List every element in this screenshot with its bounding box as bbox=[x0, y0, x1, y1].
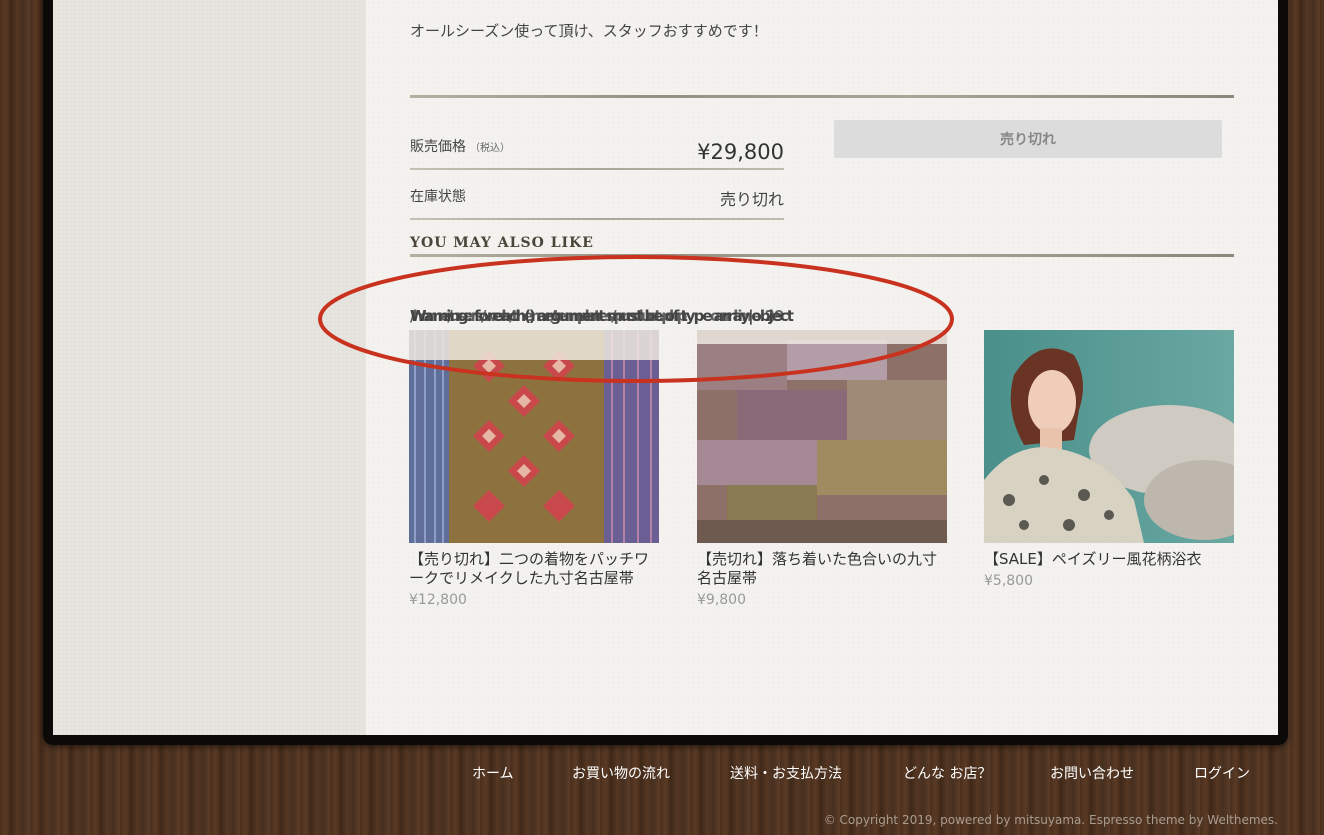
copyright-text: © Copyright 2019, powered by mitsuyama. … bbox=[823, 813, 1278, 827]
footer-link-about-shop[interactable]: どんな お店？ bbox=[903, 763, 991, 783]
product-price: ¥12,800 bbox=[409, 592, 467, 608]
product-thumbnail[interactable] bbox=[984, 330, 1234, 543]
product-title[interactable]: 【売切れ】落ち着いた色合いの九寸名古屋帯 bbox=[697, 550, 947, 588]
tax-note: （税込） bbox=[470, 143, 510, 154]
product-title[interactable]: 【売り切れ】二つの着物をパッチワークでリメイクした九寸名古屋帯 bbox=[409, 550, 659, 588]
footer-link-contact[interactable]: お問い合わせ bbox=[1050, 763, 1134, 783]
footer-link-shopping-flow[interactable]: お買い物の流れ bbox=[572, 763, 670, 783]
annotation-ellipse bbox=[318, 255, 954, 383]
footer-link-home[interactable]: ホーム bbox=[472, 763, 514, 783]
stock-value: 売り切れ bbox=[719, 190, 784, 209]
product-description: オールシーズン使って頂け、スタッフおすすめです！ bbox=[410, 22, 768, 40]
footer-link-shipping-payment[interactable]: 送料・お支払方法 bbox=[730, 763, 842, 783]
product-price: ¥9,800 bbox=[697, 592, 746, 608]
related-product-card[interactable]: 【SALE】ペイズリー風花柄浴衣 ¥5,800 bbox=[984, 330, 1234, 589]
price-label: 販売価格 bbox=[410, 139, 466, 155]
divider bbox=[410, 218, 784, 220]
footer-nav: ホーム お買い物の流れ 送料・お支払方法 どんな お店？ お問い合わせ ログイン bbox=[472, 763, 1272, 783]
product-price: ¥5,800 bbox=[984, 573, 1033, 589]
divider bbox=[410, 168, 784, 170]
stock-label: 在庫状態 bbox=[410, 189, 466, 205]
related-section-title: YOU MAY ALSO LIKE bbox=[410, 235, 594, 251]
price-label-row: 販売価格 （税込） bbox=[410, 136, 510, 156]
product-title[interactable]: 【SALE】ペイズリー風花柄浴衣 bbox=[984, 550, 1234, 569]
footer-link-login[interactable]: ログイン bbox=[1194, 763, 1250, 783]
divider bbox=[410, 95, 1234, 98]
sold-out-button[interactable]: 売り切れ bbox=[834, 120, 1222, 158]
price-value: ¥29,800 bbox=[697, 140, 784, 164]
